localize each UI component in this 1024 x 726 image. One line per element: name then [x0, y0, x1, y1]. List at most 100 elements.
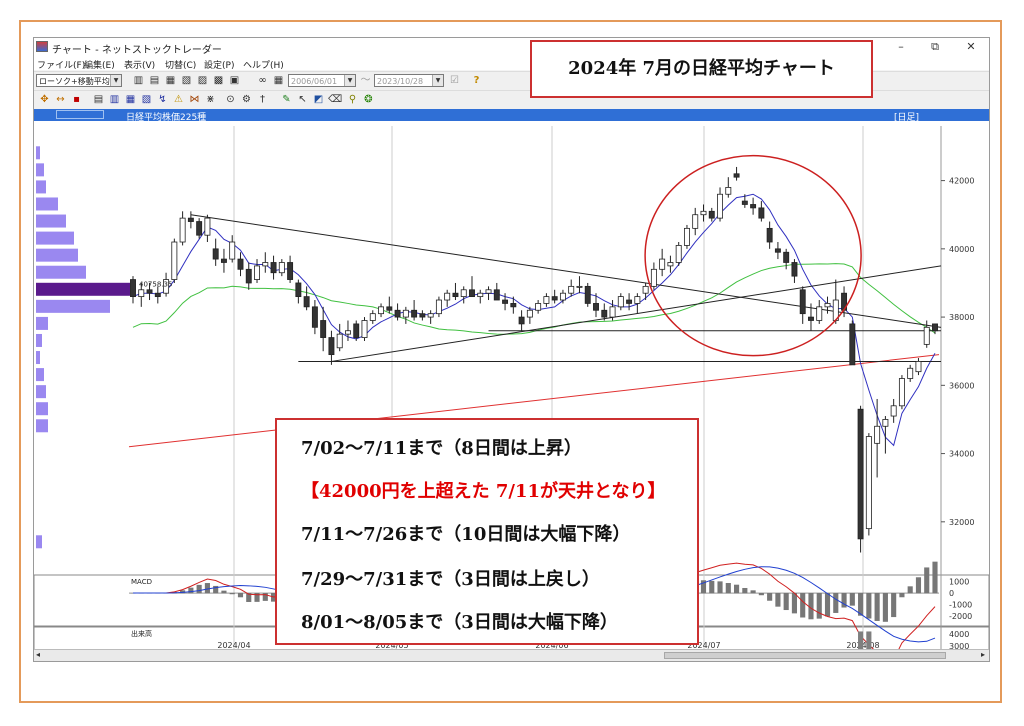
- indicator-icon[interactable]: ▤: [92, 93, 105, 106]
- chart-type-select[interactable]: ローソク+移動平均 ▼: [36, 74, 122, 87]
- macd-icon[interactable]: ▧: [140, 93, 153, 106]
- candle-body: [568, 285, 575, 294]
- calendar-icon[interactable]: ▦: [272, 74, 285, 87]
- menu-edit[interactable]: 編集(E): [84, 58, 115, 71]
- rsi-icon[interactable]: ↯: [156, 93, 169, 106]
- date-to-select[interactable]: 2023/10/28 ▼: [374, 74, 444, 87]
- crosshair-icon[interactable]: ✥: [38, 93, 51, 106]
- volume-profile-bar: [36, 316, 48, 330]
- candle-body: [287, 262, 294, 280]
- candle-body: [328, 337, 335, 356]
- scroll-thumb[interactable]: [664, 652, 946, 659]
- candle-body: [510, 303, 517, 308]
- macd-hist-bar: [758, 593, 764, 596]
- candle-body: [692, 214, 699, 229]
- candle-body: [584, 285, 591, 304]
- candle-body: [626, 299, 633, 304]
- candle-body: [254, 265, 260, 280]
- candle-body: [609, 306, 616, 318]
- macd-tick-label: 1000: [949, 578, 969, 587]
- volume-profile-bar: [36, 419, 48, 433]
- search-icon[interactable]: ⚲: [346, 93, 359, 106]
- line-chart-icon[interactable]: ▦: [164, 74, 177, 87]
- menu-switch[interactable]: 切替(C): [165, 58, 196, 71]
- candle-body: [642, 285, 649, 294]
- candle-body: [559, 292, 566, 301]
- marker-icon[interactable]: †: [256, 93, 269, 106]
- close-button[interactable]: ✕: [956, 39, 986, 55]
- window-title: チャート - ネットストックトレーダー: [52, 45, 222, 56]
- eraser-icon[interactable]: ◩: [312, 93, 325, 106]
- candle-body: [262, 262, 269, 267]
- chevron-down-icon: ▼: [344, 75, 355, 86]
- candle-body: [493, 289, 500, 301]
- candle-body: [229, 241, 236, 260]
- pointer-icon[interactable]: ▪: [70, 93, 83, 106]
- candle-body: [411, 309, 418, 318]
- macd-label: MACD: [131, 578, 152, 586]
- scroll-right-icon[interactable]: ▸: [981, 650, 985, 659]
- code-box[interactable]: [56, 110, 104, 119]
- pencil-icon[interactable]: ✎: [280, 93, 293, 106]
- apply-check-icon[interactable]: ☑: [448, 74, 461, 87]
- candle-body: [708, 210, 715, 219]
- volume-profile-bar: [36, 180, 46, 194]
- palette-icon[interactable]: ❂: [362, 93, 375, 106]
- restore-button[interactable]: ⧉: [920, 39, 950, 55]
- candle-body: [865, 436, 872, 530]
- macd-hist-bar: [237, 593, 244, 598]
- date-to-value: 2023/10/28: [377, 77, 424, 86]
- candle-body: [237, 258, 244, 270]
- compare-chart-icon[interactable]: ▧: [180, 74, 193, 87]
- bar-chart-icon[interactable]: ▤: [148, 74, 161, 87]
- fan-icon[interactable]: ⋇: [204, 93, 217, 106]
- volume-profile-bar: [36, 231, 74, 245]
- macd-hist-bar: [767, 593, 773, 601]
- scroll-left-icon[interactable]: ◂: [36, 650, 40, 659]
- menu-view[interactable]: 表示(V): [124, 58, 155, 71]
- candle-body: [717, 193, 723, 219]
- volume-profile-bar: [36, 368, 44, 382]
- trend-icon[interactable]: ⋈: [188, 93, 201, 106]
- zoom-icon[interactable]: ⊙: [224, 93, 237, 106]
- date-from-select[interactable]: 2006/06/01 ▼: [288, 74, 356, 87]
- candle-chart-icon[interactable]: ▥: [132, 74, 145, 87]
- help-icon[interactable]: ?: [470, 74, 483, 87]
- ma-icon[interactable]: ▥: [108, 93, 121, 106]
- candle-body: [460, 289, 467, 298]
- candle-body: [295, 282, 302, 298]
- link-icon[interactable]: ∞: [256, 74, 269, 87]
- candle-body: [518, 316, 525, 325]
- candle-body: [774, 248, 781, 253]
- price-tick-label: 40000: [949, 245, 974, 254]
- candle-body: [196, 221, 203, 236]
- delete-icon[interactable]: ⌫: [328, 93, 342, 106]
- candle-body: [245, 268, 252, 284]
- candle-body: [857, 408, 864, 540]
- minimize-button[interactable]: –: [886, 39, 916, 55]
- candle-body: [915, 361, 922, 373]
- candle-body: [932, 323, 938, 332]
- menu-file[interactable]: ファイル(F): [37, 58, 85, 71]
- candle-body: [419, 313, 426, 318]
- candle-body: [667, 262, 674, 267]
- macd-hist-bar: [866, 593, 872, 619]
- monthly-chart-icon[interactable]: ▩: [212, 74, 225, 87]
- select-arrow-icon[interactable]: ↖: [296, 93, 309, 106]
- warning-icon[interactable]: ⚠: [172, 93, 185, 106]
- gear-icon[interactable]: ⚙: [240, 93, 253, 106]
- print-icon[interactable]: ▣: [228, 74, 241, 87]
- weekly-chart-icon[interactable]: ▨: [196, 74, 209, 87]
- volume-profile-bar: [36, 282, 130, 296]
- candle-body: [617, 296, 624, 308]
- macd-hist-bar: [734, 584, 740, 594]
- cursor-move-icon[interactable]: ↔: [54, 93, 67, 106]
- bb-icon[interactable]: ▦: [124, 93, 137, 106]
- volume-profile-bar: [36, 333, 42, 347]
- menu-help[interactable]: ヘルプ(H): [243, 58, 284, 71]
- candle-body: [874, 425, 881, 444]
- macd-hist-bar: [229, 593, 235, 595]
- horizontal-scrollbar[interactable]: ◂ ▸: [34, 649, 989, 661]
- chart-type-value: ローソク+移動平均: [39, 77, 110, 86]
- menu-settings[interactable]: 設定(P): [204, 58, 234, 71]
